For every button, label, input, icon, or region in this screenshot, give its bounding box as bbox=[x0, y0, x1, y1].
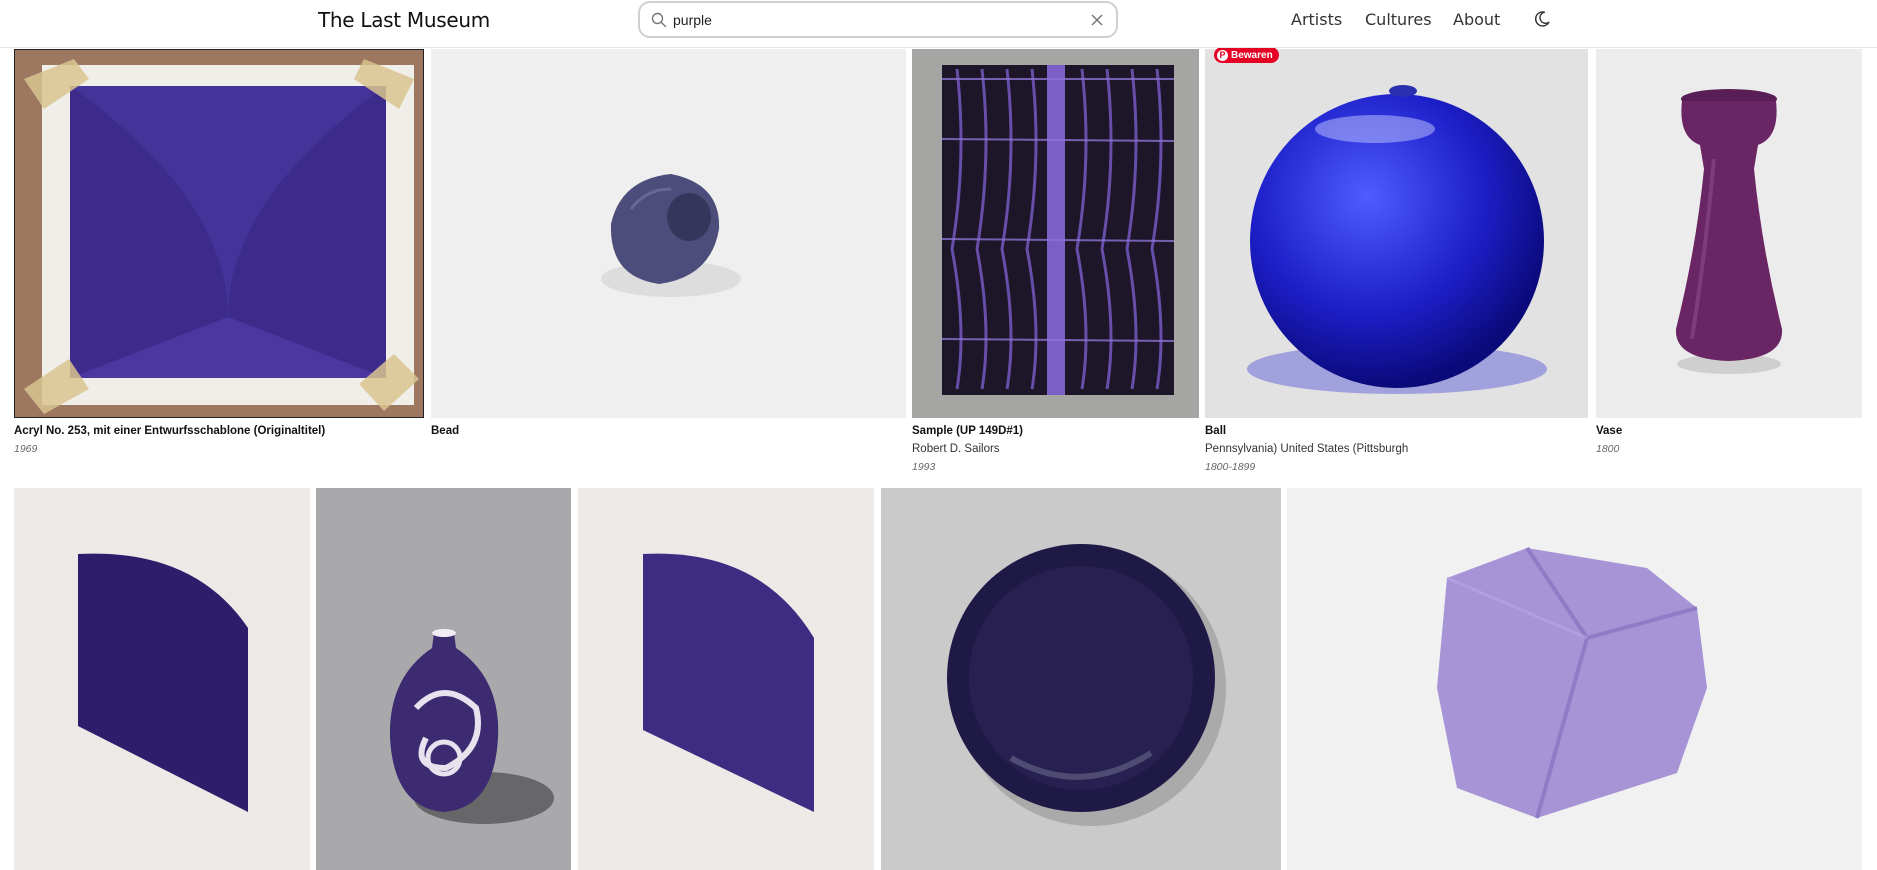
pinterest-icon: P bbox=[1217, 49, 1228, 61]
artwork-card[interactable] bbox=[1287, 488, 1862, 870]
artwork-title[interactable]: Bead bbox=[431, 425, 459, 437]
search-input[interactable] bbox=[673, 9, 1073, 31]
artwork-date: 1800 bbox=[1596, 443, 1620, 455]
artwork-image[interactable] bbox=[881, 488, 1281, 870]
pinterest-save-label: Bewaren bbox=[1231, 49, 1273, 61]
artwork-card[interactable]: Sample (UP 149D#1) Robert D. Sailors 199… bbox=[912, 49, 1199, 479]
artwork-artist[interactable]: Robert D. Sailors bbox=[912, 443, 1000, 455]
artwork-date: 1993 bbox=[912, 461, 936, 473]
search-icon bbox=[651, 12, 667, 28]
pinterest-save-button[interactable]: P Bewaren bbox=[1214, 47, 1279, 63]
artwork-image[interactable] bbox=[14, 49, 424, 418]
artwork-image[interactable] bbox=[1287, 488, 1862, 870]
artwork-image[interactable] bbox=[14, 488, 310, 870]
artwork-image[interactable] bbox=[578, 488, 874, 870]
artwork-card[interactable]: Bead bbox=[431, 49, 906, 449]
artwork-card[interactable]: Acryl No. 253, mit einer Entwurfsschablo… bbox=[14, 49, 424, 479]
artwork-card[interactable] bbox=[578, 488, 874, 870]
nav-cultures[interactable]: Cultures bbox=[1365, 10, 1432, 29]
artwork-title[interactable]: Acryl No. 253, mit einer Entwurfsschablo… bbox=[14, 425, 325, 437]
top-header: The Last Museum Artists Cultures About bbox=[0, 0, 1877, 48]
search-bar[interactable] bbox=[638, 1, 1118, 38]
artwork-title[interactable]: Vase bbox=[1596, 425, 1622, 437]
site-logo[interactable]: The Last Museum bbox=[318, 8, 490, 32]
artwork-image[interactable] bbox=[1596, 49, 1862, 418]
artwork-image[interactable] bbox=[912, 49, 1199, 418]
artwork-card[interactable] bbox=[14, 488, 310, 870]
nav-artists[interactable]: Artists bbox=[1291, 10, 1342, 29]
nav-about[interactable]: About bbox=[1453, 10, 1500, 29]
artwork-card[interactable] bbox=[881, 488, 1281, 870]
artwork-card[interactable]: Vase 1800 bbox=[1596, 49, 1862, 455]
artwork-card[interactable] bbox=[316, 488, 571, 870]
artwork-image[interactable] bbox=[431, 49, 906, 418]
artwork-date: 1969 bbox=[14, 443, 38, 455]
artwork-image[interactable] bbox=[316, 488, 571, 870]
artwork-card[interactable]: Ball Pennsylvania) United States (Pittsb… bbox=[1205, 49, 1588, 479]
artwork-title[interactable]: Ball bbox=[1205, 425, 1226, 437]
artwork-culture[interactable]: Pennsylvania) United States (Pittsburgh bbox=[1205, 443, 1408, 455]
artwork-date: 1800-1899 bbox=[1205, 461, 1256, 473]
clear-search-icon[interactable] bbox=[1088, 11, 1106, 29]
artwork-title[interactable]: Sample (UP 149D#1) bbox=[912, 425, 1023, 437]
moon-icon[interactable] bbox=[1533, 10, 1551, 28]
artwork-image[interactable] bbox=[1205, 49, 1588, 418]
